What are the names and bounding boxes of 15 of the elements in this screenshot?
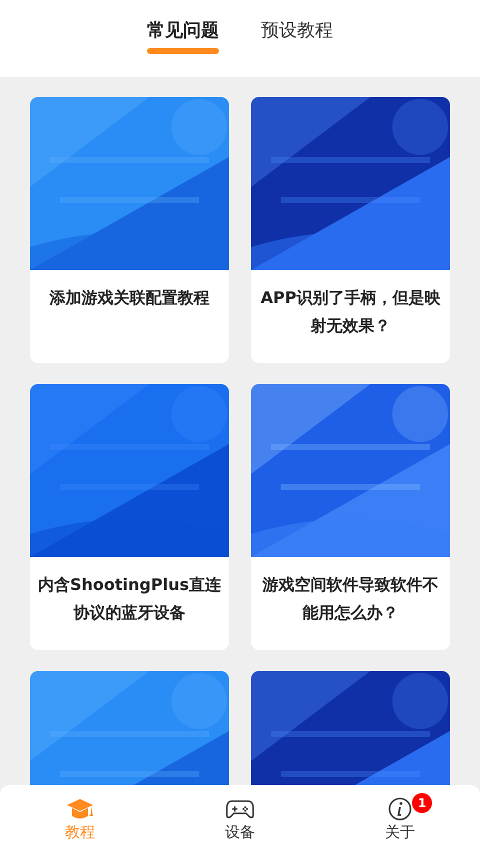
- tab[interactable]: 预设教程: [261, 14, 333, 54]
- article-title: 添加游戏关联配置教程: [48, 287, 210, 309]
- article-title: 游戏空间软件导致软件不能用怎么办？: [262, 574, 440, 624]
- nav-tab[interactable]: 设备: [190, 792, 290, 846]
- article-card[interactable]: 添加游戏关联配置教程: [30, 97, 229, 363]
- info-icon: [386, 796, 414, 820]
- article-card[interactable]: 内含ShootingPlus直连协议的蓝牙设备: [30, 384, 229, 650]
- article-card[interactable]: 游戏空间软件导致软件不能用怎么办？: [251, 384, 450, 650]
- article-title: APP识别了手柄，但是映射无效果？: [260, 287, 442, 337]
- notification-badge: 1: [412, 792, 432, 812]
- tab[interactable]: 常见问题: [147, 14, 219, 54]
- graduation-cap-icon: [66, 796, 94, 820]
- nav-tab[interactable]: 关于 1: [350, 792, 450, 846]
- article-card[interactable]: APP识别了手柄，但是映射无效果？: [251, 97, 450, 363]
- article-title: 内含ShootingPlus直连协议的蓝牙设备: [37, 574, 222, 624]
